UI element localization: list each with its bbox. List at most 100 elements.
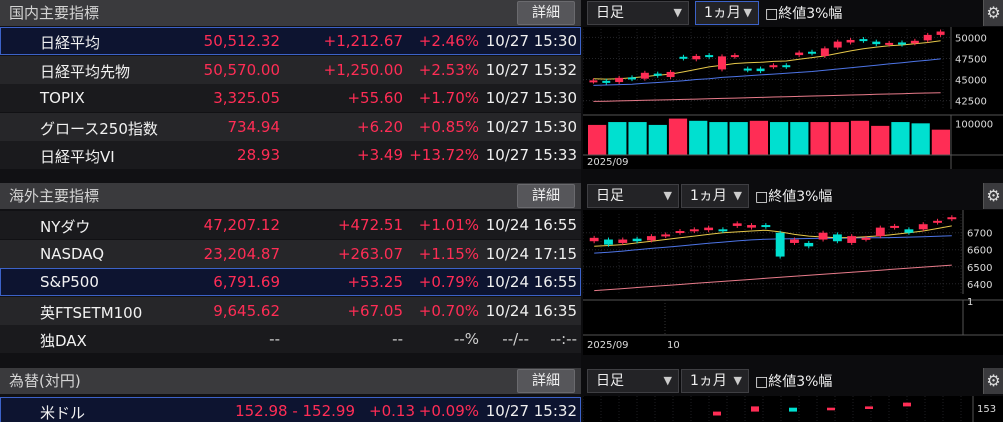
volume-bar: [729, 122, 748, 155]
row-date: 10/27: [485, 89, 529, 108]
range-select[interactable]: 1ヵ月 ▼: [695, 1, 759, 25]
table-row[interactable]: 日経平均VI 28.93 +3.49 +13.72% 10/27 15:33: [0, 141, 581, 170]
row-change: --: [392, 330, 403, 349]
candle: [818, 232, 828, 240]
row-price: 50,512.32: [203, 32, 280, 50]
row-date: 10/24: [485, 216, 529, 234]
row-change: +6.20: [357, 117, 403, 136]
row-pct: +0.09%: [418, 402, 479, 420]
ma-long-line: [594, 264, 952, 292]
table-row[interactable]: S&P500 6,791.69 +53.25 +0.79% 10/24 16:55: [0, 268, 581, 297]
period-type-select[interactable]: 日足 ▼: [587, 1, 689, 25]
candle: [589, 237, 599, 242]
chart-controls-3: 日足 ▼ 1ヵ月 ▼ □終値3%幅 ⚙: [583, 368, 1003, 394]
domestic-detail-button[interactable]: 詳細: [517, 1, 575, 25]
candle: [713, 411, 721, 416]
table-row[interactable]: 米ドル 152.98 - 152.99 +0.13 +0.09% 10/27 15:32: [0, 397, 581, 422]
volume-bar: [770, 122, 789, 155]
y-tick-label: 6400: [967, 280, 992, 291]
close-3pct-checkbox[interactable]: □終値3%幅: [765, 3, 842, 23]
volume-bar: [911, 123, 930, 155]
row-time: 15:32: [533, 402, 577, 420]
chevron-down-icon: ▼: [663, 189, 672, 202]
row-name: 英FTSETM100: [40, 303, 143, 322]
candle: [730, 55, 739, 58]
overseas-detail-button[interactable]: 詳細: [517, 184, 575, 208]
fx-detail-button[interactable]: 詳細: [517, 369, 575, 393]
candle: [751, 406, 759, 412]
volume-bar: [830, 122, 849, 155]
row-pct: +2.53%: [418, 60, 479, 79]
row-change: +1,212.67: [323, 32, 403, 50]
candle: [833, 41, 842, 48]
row-price: 28.93: [237, 146, 280, 165]
row-change: +472.51: [337, 216, 403, 234]
row-time: 15:30: [533, 89, 577, 108]
candle: [861, 237, 871, 240]
table-row[interactable]: 日経平均先物 50,570.00 +1,250.00 +2.53% 10/27 15:32: [0, 55, 581, 84]
candle: [885, 42, 894, 45]
table-row[interactable]: 英FTSETM100 9,645.62 +67.05 +0.70% 10/24 16:35: [0, 296, 581, 325]
period-type-select[interactable]: 日足 ▼: [587, 369, 679, 393]
candle: [661, 234, 671, 237]
table-row[interactable]: グロース250指数 734.94 +6.20 +0.85% 10/27 15:30: [0, 112, 581, 141]
row-price: 152.98 - 152.99: [235, 402, 355, 420]
volume-bar: [810, 122, 829, 155]
row-date: 10/27: [485, 117, 529, 136]
chevron-down-icon: ▼: [733, 189, 742, 202]
candle: [875, 227, 885, 237]
candle: [689, 229, 699, 232]
fx-header: 為替(対円) 詳細: [0, 368, 581, 394]
row-price: 734.94: [227, 117, 281, 136]
candle: [646, 236, 656, 241]
y-tick-label: 6600: [967, 246, 992, 257]
fx-title: 為替(対円): [9, 372, 81, 390]
candle: [756, 68, 765, 72]
close-3pct-checkbox[interactable]: □終値3%幅: [755, 186, 832, 206]
range-select[interactable]: 1ヵ月 ▼: [681, 184, 749, 208]
table-row[interactable]: 独DAX -- -- --% --/-- --:--: [0, 325, 581, 354]
row-pct: +0.85%: [418, 117, 479, 136]
candle: [769, 65, 778, 68]
gear-icon[interactable]: ⚙: [983, 368, 1003, 394]
candle: [602, 80, 611, 83]
row-name: NYダウ: [40, 218, 91, 236]
row-time: 15:32: [533, 60, 577, 79]
row-change: +55.60: [347, 89, 403, 108]
candle: [846, 39, 855, 43]
candle: [820, 48, 829, 56]
range-select[interactable]: 1ヵ月 ▼: [681, 369, 749, 393]
gear-icon[interactable]: ⚙: [983, 0, 1003, 26]
volume-tick-label: 100000: [955, 119, 993, 130]
candle: [732, 223, 742, 226]
row-name: NASDAQ: [40, 244, 105, 263]
range-value: 1ヵ月: [690, 188, 727, 204]
volume-bar: [871, 125, 890, 155]
volume-bar: [931, 129, 950, 155]
chevron-down-icon: ▼: [663, 374, 672, 387]
row-time: 17:15: [533, 244, 577, 263]
candle: [679, 56, 688, 59]
table-row[interactable]: TOPIX 3,325.05 +55.60 +1.70% 10/27 15:30: [0, 84, 581, 113]
row-date: 10/27: [485, 402, 529, 420]
table-row[interactable]: 日経平均 50,512.32 +1,212.67 +2.46% 10/27 15:30: [0, 27, 581, 55]
chart-controls-1: 日足 ▼ 1ヵ月 ▼ □終値3%幅 ⚙: [583, 0, 1003, 26]
table-row[interactable]: NYダウ 47,207.12 +472.51 +1.01% 10/24 16:55: [0, 211, 581, 239]
row-date: --/--: [502, 330, 529, 349]
close-3pct-checkbox[interactable]: □終値3%幅: [755, 371, 832, 391]
candle: [675, 231, 685, 234]
candle: [782, 65, 791, 68]
table-row[interactable]: NASDAQ 23,204.87 +263.07 +1.15% 10/24 17:15: [0, 239, 581, 268]
candle: [936, 31, 945, 35]
candle: [604, 239, 613, 245]
gear-icon[interactable]: ⚙: [983, 183, 1003, 209]
row-time: 16:35: [533, 301, 577, 320]
chart-1: 50000 47500 45000 42500 100000 2025/09: [582, 27, 1003, 169]
row-time: 16:55: [533, 216, 577, 234]
volume-bar: [891, 122, 910, 155]
row-pct: +13.72%: [409, 146, 479, 165]
y-tick-label: 42500: [955, 97, 987, 108]
candle: [923, 34, 932, 41]
candle: [775, 232, 785, 257]
period-type-select[interactable]: 日足 ▼: [587, 184, 679, 208]
